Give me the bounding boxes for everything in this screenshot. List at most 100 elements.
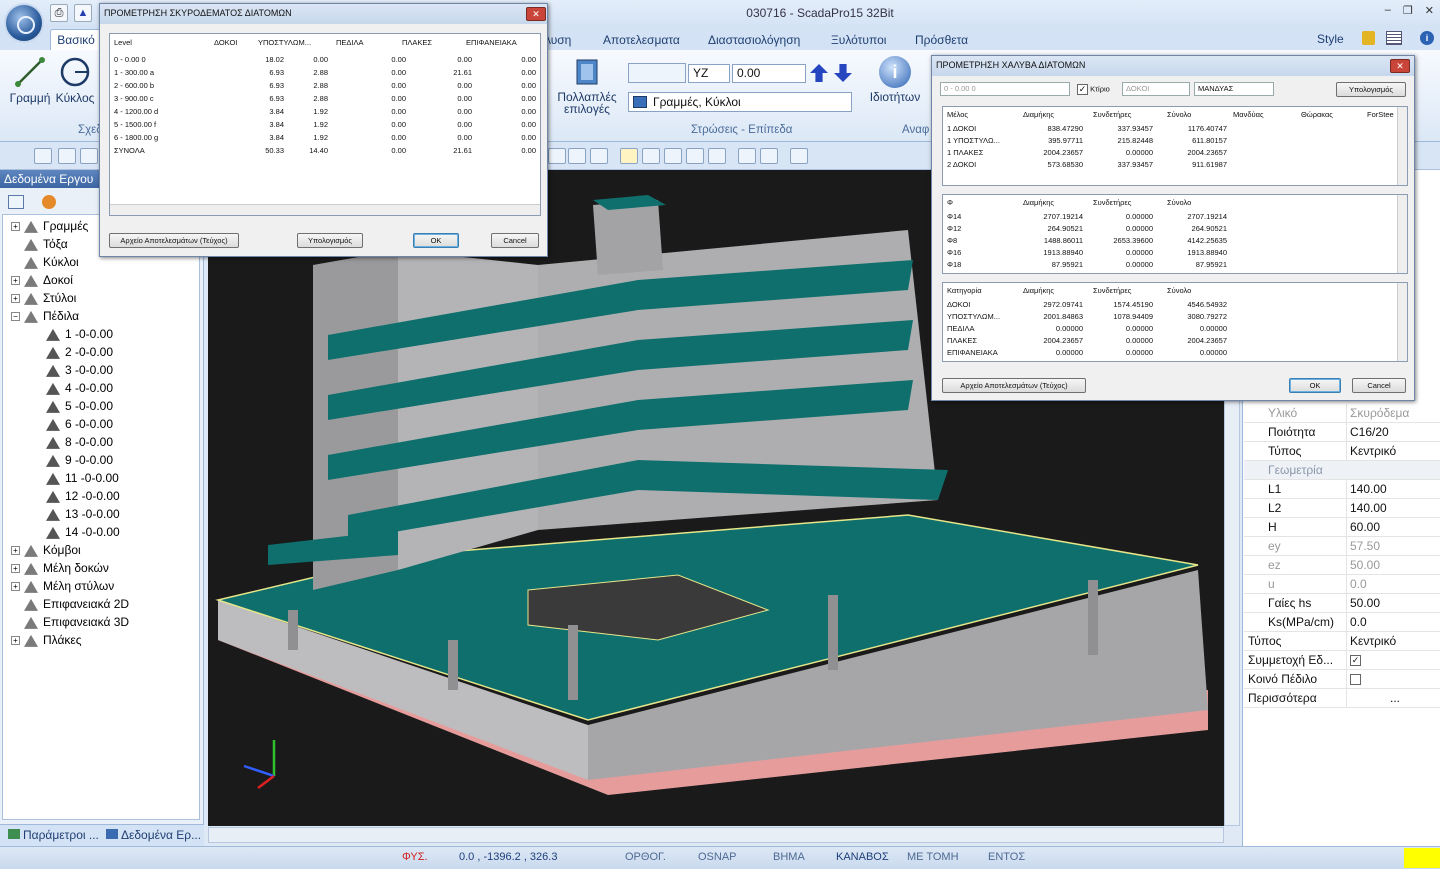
lock-icon[interactable] — [1362, 31, 1375, 45]
tab-design[interactable]: Διαστασιολόγηση — [708, 33, 800, 47]
status-osnap[interactable]: OSNAP — [698, 851, 737, 863]
plane-value-field[interactable]: 0.00 — [732, 64, 806, 83]
tree-item[interactable]: Επιφανειακά 3D — [11, 613, 129, 631]
tree-item[interactable]: + Στύλοι — [11, 289, 76, 307]
property-value[interactable]: C16/20 — [1346, 423, 1440, 442]
tree-item[interactable]: Κύκλοι — [11, 253, 79, 271]
zoom-in-icon[interactable] — [548, 148, 566, 164]
property-value[interactable]: 140.00 — [1346, 499, 1440, 518]
status-ortho[interactable]: ΟΡΘΟΓ. — [625, 851, 666, 863]
expand-toggle[interactable]: + — [11, 636, 20, 646]
viewport-hscroll[interactable] — [208, 827, 1224, 843]
status-intersect[interactable]: ΜΕ ΤΟΜΗ — [907, 851, 959, 863]
tree-item[interactable]: Τόξα — [11, 235, 68, 253]
property-value[interactable]: Σκυρόδεμα — [1346, 404, 1440, 423]
expand-toggle[interactable]: + — [11, 222, 20, 232]
check-icon[interactable] — [620, 148, 638, 164]
tree-item[interactable]: 4 -0-0.00 — [33, 379, 113, 397]
plane-axis-select[interactable]: YZ — [688, 64, 730, 83]
polyline-icon[interactable] — [34, 148, 52, 164]
close-button[interactable]: ✕ — [1425, 4, 1434, 17]
tab-formwork[interactable]: Ξυλότυποι — [831, 33, 886, 47]
property-row[interactable]: Τύπος Κεντρικό — [1244, 442, 1440, 461]
expand-toggle[interactable]: + — [11, 546, 20, 556]
help-icon[interactable]: i — [1420, 31, 1434, 45]
style-menu[interactable]: Style — [1317, 32, 1344, 46]
undo-icon[interactable] — [738, 148, 756, 164]
concrete-hscroll[interactable] — [110, 204, 540, 215]
property-row[interactable]: H 60.00 — [1244, 518, 1440, 537]
tree-item[interactable]: 14 -0-0.00 — [33, 523, 120, 541]
property-row[interactable]: Ποιότητα C16/20 — [1244, 423, 1440, 442]
tree-item[interactable]: + Γραμμές — [11, 217, 88, 235]
steel-ok-button[interactable]: OK — [1289, 378, 1341, 393]
restore-button[interactable]: ❐ — [1403, 4, 1413, 17]
grid-icon[interactable] — [708, 148, 726, 164]
minimize-button[interactable]: – — [1385, 4, 1391, 17]
property-row[interactable]: Γαίες hs 50.00 — [1244, 594, 1440, 613]
refresh-icon[interactable] — [42, 195, 56, 209]
tree-item[interactable]: 12 -0-0.00 — [33, 487, 120, 505]
status-physical[interactable]: ΦΥΣ. — [402, 851, 428, 863]
property-row[interactable]: ez 50.00 — [1244, 556, 1440, 575]
status-step[interactable]: ΒΗΜΑ — [773, 851, 805, 863]
zoom-out-icon[interactable] — [568, 148, 586, 164]
tree-item[interactable]: + Μέλη στύλων — [11, 577, 114, 595]
tab-basic[interactable]: Βασικό — [50, 29, 102, 51]
property-row[interactable]: Γεωμετρία — [1244, 461, 1440, 480]
redo-icon[interactable] — [760, 148, 778, 164]
circle-button[interactable]: Κύκλος — [54, 56, 96, 105]
property-value[interactable] — [1346, 670, 1440, 689]
up-arrow-icon[interactable]: ▲ — [74, 4, 92, 22]
concrete-ok-button[interactable]: OK — [413, 233, 459, 248]
properties-button[interactable]: i Ιδιοτήτων — [866, 56, 924, 104]
steel-level-select[interactable]: 0 - 0.00 0 — [940, 82, 1070, 96]
property-row[interactable]: L1 140.00 — [1244, 480, 1440, 499]
property-value[interactable]: ✓ — [1346, 651, 1440, 670]
concrete-file-button[interactable]: Αρχείο Αποτελεσμάτων (Τεύχος) — [109, 233, 239, 248]
layer-combo[interactable]: Γραμμές, Κύκλοι — [628, 92, 852, 112]
steel-file-button[interactable]: Αρχείο Αποτελεσμάτων (Τεύχος) — [942, 378, 1086, 393]
layer-tools[interactable] — [628, 63, 686, 83]
tab-results[interactable]: Αποτελεσματα — [603, 33, 680, 47]
tree-item[interactable]: 1 -0-0.00 — [33, 325, 113, 343]
tree-item[interactable]: + Δοκοί — [11, 271, 73, 289]
list-icon[interactable] — [1386, 31, 1402, 45]
steel-rebar-select[interactable]: ΜΑΝΔΥΑΣ — [1194, 82, 1274, 96]
property-value[interactable]: 50.00 — [1346, 556, 1440, 575]
property-value[interactable]: ... — [1346, 689, 1440, 708]
property-value[interactable]: 0.0 — [1346, 613, 1440, 632]
tree-item[interactable]: 5 -0-0.00 — [33, 397, 113, 415]
property-value[interactable]: 140.00 — [1346, 480, 1440, 499]
tree-item[interactable]: 13 -0-0.00 — [33, 505, 120, 523]
tree-item[interactable]: + Μέλη δοκών — [11, 559, 109, 577]
property-row[interactable]: u 0.0 — [1244, 575, 1440, 594]
property-checkbox[interactable] — [1350, 674, 1361, 686]
grid-vscroll[interactable] — [1397, 195, 1407, 273]
property-row[interactable]: Περισσότερα... — [1244, 689, 1440, 708]
property-row[interactable]: Συμμετοχή Εδ... ✓ — [1244, 651, 1440, 670]
property-value[interactable]: 0.0 — [1346, 575, 1440, 594]
tree-item[interactable]: 6 -0-0.00 — [33, 415, 113, 433]
property-row[interactable]: ey 57.50 — [1244, 537, 1440, 556]
status-inside[interactable]: ΕΝΤΟΣ — [988, 851, 1025, 863]
verify-icon[interactable] — [664, 148, 682, 164]
tab-analysis[interactable]: λυση — [545, 33, 571, 47]
tree-item[interactable]: 2 -0-0.00 — [33, 343, 113, 361]
steel-dialog-close-button[interactable]: ✕ — [1390, 59, 1410, 73]
tab-parameters[interactable]: Παράμετροι ... — [8, 828, 99, 842]
application-menu-button[interactable] — [4, 3, 44, 43]
concrete-dialog-close-button[interactable]: ✕ — [526, 7, 546, 21]
property-row[interactable]: L2 140.00 — [1244, 499, 1440, 518]
zoom-window-icon[interactable] — [590, 148, 608, 164]
grid-vscroll[interactable] — [1397, 107, 1407, 185]
delete-icon[interactable] — [790, 148, 808, 164]
tree-item[interactable]: 3 -0-0.00 — [33, 361, 113, 379]
tree-item[interactable]: Επιφανειακά 2D — [11, 595, 129, 613]
tree-item[interactable]: 9 -0-0.00 — [33, 451, 113, 469]
tree-item[interactable]: 8 -0-0.00 — [33, 433, 113, 451]
property-row[interactable]: Κοινό Πέδιλο — [1244, 670, 1440, 689]
tab-addons[interactable]: Πρόσθετα — [915, 33, 968, 47]
property-value[interactable]: Κεντρικό — [1346, 442, 1440, 461]
property-value[interactable]: 57.50 — [1346, 537, 1440, 556]
